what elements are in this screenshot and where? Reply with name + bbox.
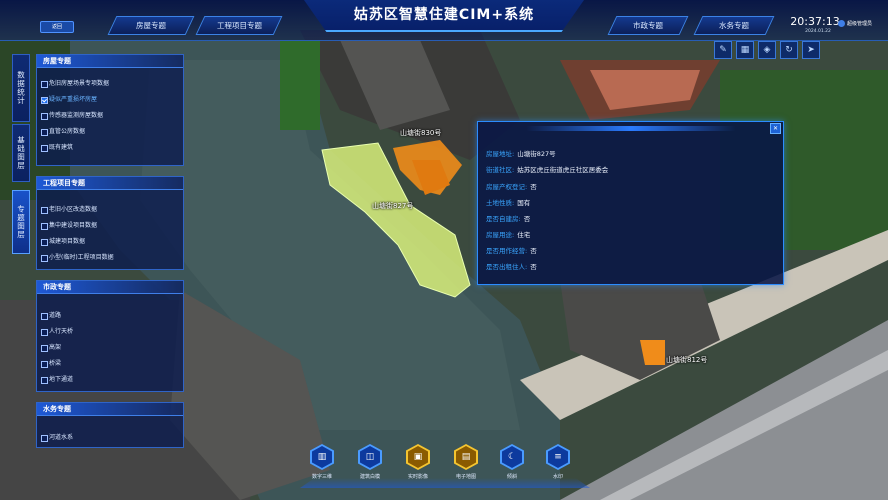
- panel-water: 水务专题 河道水系: [36, 402, 184, 448]
- nav-digital-3d[interactable]: ▥ 数字三维: [302, 444, 342, 480]
- info-row: 房屋产权登记: 否: [486, 183, 537, 191]
- map-icon: ▤: [456, 446, 476, 468]
- checkbox[interactable]: [41, 313, 48, 320]
- panel-title: 市政专题: [37, 281, 183, 294]
- popup-header-bar: [526, 126, 736, 131]
- info-row: 土地性质: 国有: [486, 199, 531, 207]
- layer-item[interactable]: 直管公房数据: [37, 124, 183, 140]
- list-icon: ≡: [548, 446, 568, 468]
- nav-oblique[interactable]: ☾ 倾斜: [492, 444, 532, 480]
- checkbox[interactable]: [41, 145, 48, 152]
- checkbox[interactable]: [41, 329, 48, 336]
- house-info-popup: ✕ 房屋地址: 山塘街827号 街道社区: 姑苏区虎丘街道虎丘社区居委会 房屋产权登…: [477, 121, 784, 285]
- layer-item[interactable]: 集中建设项目数据: [37, 218, 183, 234]
- panel-municipal: 市政专题 道路 人行天桥 高架 桥梁 地下通道: [36, 280, 184, 392]
- layer-item[interactable]: 桥梁: [37, 356, 183, 372]
- checkbox[interactable]: [41, 377, 48, 384]
- layer-item[interactable]: 地下通道: [37, 372, 183, 388]
- refresh-icon[interactable]: ↻: [780, 41, 798, 59]
- moon-icon: ☾: [502, 446, 522, 468]
- grid-icon[interactable]: ▦: [736, 41, 754, 59]
- user-menu[interactable]: 超级管理员: [838, 20, 872, 27]
- checkbox[interactable]: [41, 239, 48, 246]
- layer-item[interactable]: 传感器监测房屋数据: [37, 108, 183, 124]
- tab-water-topic[interactable]: 水务专题: [693, 16, 775, 35]
- info-row: 房屋用途: 住宅: [486, 231, 531, 239]
- side-tab-topic-layers[interactable]: 专题图层: [12, 190, 30, 254]
- checkbox[interactable]: [41, 129, 48, 136]
- layer-item[interactable]: 既有建筑: [37, 140, 183, 156]
- nav-watermark[interactable]: ≡ 水印: [538, 444, 578, 480]
- layer-item[interactable]: 危旧房屋场景专项数据: [37, 76, 183, 92]
- info-row: 是否用作经营: 否: [486, 247, 537, 255]
- side-tab-statistics[interactable]: 数据统计: [12, 54, 30, 122]
- panel-title: 水务专题: [37, 403, 183, 416]
- building-icon: ▥: [312, 446, 332, 468]
- tab-engineering-topic[interactable]: 工程项目专题: [195, 16, 283, 35]
- layers-icon[interactable]: ◈: [758, 41, 776, 59]
- side-tab-base-layers[interactable]: 基础图层: [12, 124, 30, 182]
- info-row: 是否自建房: 否: [486, 215, 531, 223]
- map-label-830[interactable]: 山塘街830号: [400, 128, 441, 138]
- cursor-icon[interactable]: ➤: [802, 41, 820, 59]
- nav-white-model[interactable]: ◫ 建筑白模: [350, 444, 390, 480]
- checkbox[interactable]: [41, 97, 48, 104]
- pen-icon[interactable]: ✎: [714, 41, 732, 59]
- map-label-812[interactable]: 山塘街812号: [666, 355, 707, 365]
- nav-live-imagery[interactable]: ▣ 实时影像: [398, 444, 438, 480]
- checkbox[interactable]: [41, 113, 48, 120]
- panel-housing: 房屋专题 危旧房屋场景专项数据 疑似严重损坏房屋 传感器监测房屋数据 直管公房数…: [36, 54, 184, 166]
- info-row: 是否出租住人: 否: [486, 263, 537, 271]
- layer-item[interactable]: 小型(临时)工程项目数据: [37, 250, 183, 266]
- layer-item[interactable]: 高架: [37, 340, 183, 356]
- checkbox[interactable]: [41, 345, 48, 352]
- tab-municipal-topic[interactable]: 市政专题: [607, 16, 689, 35]
- camera-icon: ▣: [408, 446, 428, 468]
- nav-electronic-map[interactable]: ▤ 电子地图: [446, 444, 486, 480]
- checkbox[interactable]: [41, 207, 48, 214]
- info-row: 街道社区: 姑苏区虎丘街道虎丘社区居委会: [486, 166, 609, 174]
- layer-item[interactable]: 老旧小区改造数据: [37, 202, 183, 218]
- layer-item[interactable]: 河道水系: [37, 430, 183, 446]
- close-icon[interactable]: ✕: [770, 123, 781, 134]
- map-label-827[interactable]: 山塘街827号: [372, 201, 413, 211]
- layer-item[interactable]: 疑似严重损坏房屋: [37, 92, 183, 108]
- clock-date: 2024.01.22: [805, 29, 831, 34]
- layer-item[interactable]: 城建项目数据: [37, 234, 183, 250]
- clock-time: 20:37:13: [790, 15, 840, 28]
- panel-title: 工程项目专题: [37, 177, 183, 190]
- header-bar: 返回 房屋专题 工程项目专题 姑苏区智慧住建CIM+系统 市政专题 水务专题 2…: [0, 0, 888, 41]
- tab-housing-topic[interactable]: 房屋专题: [107, 16, 195, 35]
- checkbox[interactable]: [41, 361, 48, 368]
- cube-icon: ◫: [360, 446, 380, 468]
- page-title: 姑苏区智慧住建CIM+系统: [304, 0, 584, 32]
- checkbox[interactable]: [41, 435, 48, 442]
- back-button[interactable]: 返回: [40, 21, 74, 33]
- checkbox[interactable]: [41, 81, 48, 88]
- checkbox[interactable]: [41, 255, 48, 262]
- panel-engineering: 工程项目专题 老旧小区改造数据 集中建设项目数据 城建项目数据 小型(临时)工程…: [36, 176, 184, 270]
- layer-item[interactable]: 人行天桥: [37, 324, 183, 340]
- layer-item[interactable]: 道路: [37, 308, 183, 324]
- avatar: [838, 20, 845, 27]
- info-row: 房屋地址: 山塘街827号: [486, 150, 556, 158]
- panel-title: 房屋专题: [37, 55, 183, 68]
- checkbox[interactable]: [41, 223, 48, 230]
